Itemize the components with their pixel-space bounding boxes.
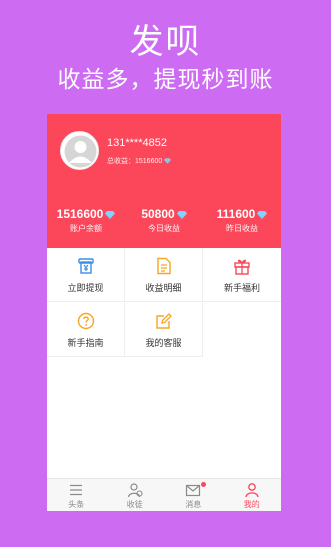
detail-icon (157, 257, 171, 275)
diamond-icon (105, 210, 116, 219)
gift-icon (234, 259, 250, 275)
earnings-detail-label: 收益明细 (145, 283, 182, 293)
tab-apprentice-label: 收徒 (126, 500, 143, 509)
withdraw-button[interactable]: 立即提现 (47, 248, 125, 302)
newbie-welfare-button[interactable]: 新手福利 (203, 248, 281, 302)
total-earnings-label: 总收益： (107, 158, 135, 165)
user-phone: 131****4852 (107, 137, 167, 149)
stat-balance: 1516600 账户余额 (47, 207, 125, 234)
stat-today-value: 50800 (141, 207, 175, 221)
list-icon (70, 484, 82, 496)
newbie-welfare-label: 新手福利 (223, 283, 260, 293)
tab-headlines-label: 头条 (68, 500, 85, 509)
mail-icon (185, 484, 201, 497)
tab-apprentice[interactable]: 收徒 (106, 479, 165, 511)
user-icon (244, 483, 259, 498)
service-icon (156, 313, 172, 329)
total-earnings: 总收益：1516600 (107, 156, 172, 166)
phone-screen: 131****4852 总收益：1516600 1516600 账户余额 508… (47, 114, 281, 511)
guide-icon (77, 312, 95, 330)
newbie-guide-button[interactable]: 新手指南 (47, 303, 125, 357)
customer-service-label: 我的客服 (145, 338, 182, 348)
diamond-icon (176, 210, 187, 219)
tab-messages-label: 消息 (185, 500, 202, 509)
stat-balance-label: 账户余额 (70, 224, 102, 233)
stat-today-label: 今日收益 (148, 224, 180, 233)
withdraw-label: 立即提现 (67, 283, 104, 293)
profile-header: 131****4852 总收益：1516600 1516600 账户余额 508… (47, 114, 281, 248)
bottom-tab-bar: 头条 收徒 消息 我的 (47, 478, 281, 511)
earnings-detail-button[interactable]: 收益明细 (125, 248, 203, 302)
tab-headlines[interactable]: 头条 (47, 479, 106, 511)
customer-service-button[interactable]: 我的客服 (125, 303, 203, 357)
stat-today: 50800 今日收益 (125, 207, 203, 234)
apprentice-icon (127, 483, 143, 498)
menu-grid: 立即提现 收益明细 新手福利 新手指南 我的客服 (47, 248, 281, 357)
avatar[interactable] (60, 131, 99, 170)
tab-messages[interactable]: 消息 (164, 479, 223, 511)
unread-badge (201, 482, 206, 487)
diamond-icon (164, 158, 172, 164)
tab-mine[interactable]: 我的 (223, 479, 282, 511)
total-earnings-value: 1516600 (135, 158, 163, 165)
stat-balance-value: 1516600 (56, 207, 104, 221)
promo-subtitle: 收益多，提现秒到账 (57, 66, 274, 92)
withdraw-icon (78, 258, 94, 274)
stat-yesterday: 111600 昨日收益 (203, 207, 281, 234)
avatar-placeholder-icon (64, 135, 97, 168)
tab-mine-label: 我的 (243, 500, 260, 509)
stat-yesterday-value: 111600 (216, 207, 256, 221)
diamond-icon (257, 210, 268, 219)
promo-title: 发呗 (129, 23, 202, 61)
stat-yesterday-label: 昨日收益 (226, 224, 258, 233)
newbie-guide-label: 新手指南 (67, 338, 104, 348)
